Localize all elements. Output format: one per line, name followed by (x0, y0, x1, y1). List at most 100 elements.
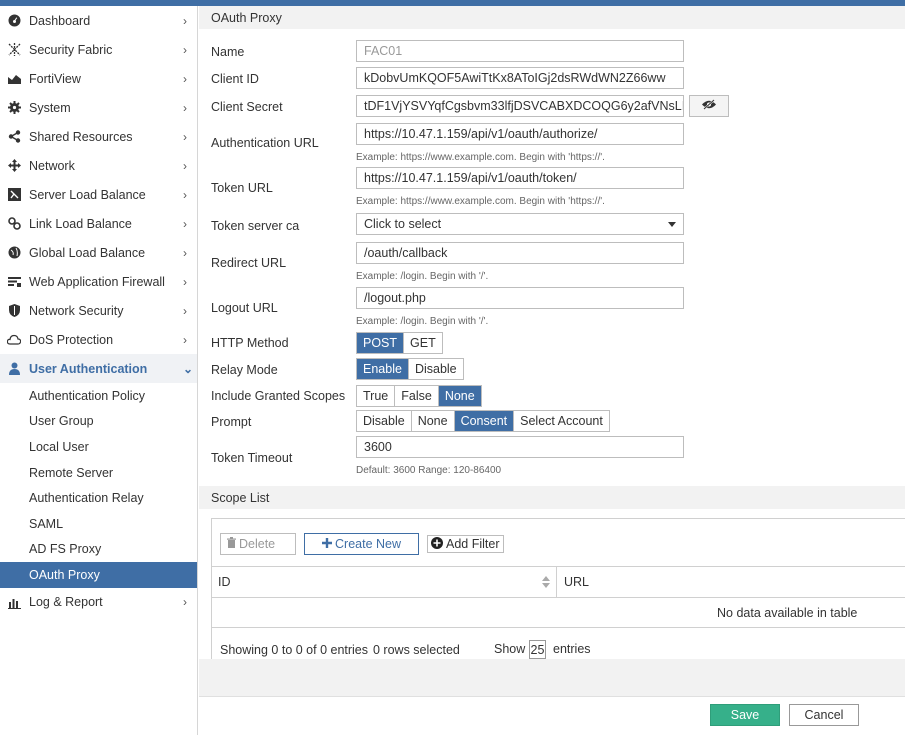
relay-mode-toggle: Enable Disable (356, 358, 464, 380)
security-fabric-icon (7, 43, 21, 57)
sidebar-item-shared-resources[interactable]: Shared Resources › (0, 122, 197, 151)
empty-table-row: No data available in table (212, 598, 905, 628)
client-secret-label: Client Secret (211, 100, 283, 114)
relay-mode-enable[interactable]: Enable (357, 359, 409, 379)
sidebar: Dashboard › Security Fabric › FortiView … (0, 6, 198, 735)
page-size-select[interactable]: 25 (529, 640, 546, 659)
add-filter-label: Add Filter (446, 537, 500, 551)
name-field[interactable]: FAC01 (356, 40, 684, 62)
sidebar-item-user-authentication[interactable]: User Authentication ⌄ (0, 354, 197, 383)
scopes-none[interactable]: None (438, 386, 481, 406)
scope-list-table: Delete Create New Add Filter ID URL No d… (211, 518, 905, 661)
client-id-field[interactable]: kDobvUmKQOF5AwiTtKx8AToIGj2dsRWdWN2Z66ww (356, 67, 684, 89)
column-divider (556, 567, 557, 597)
logout-url-hint: Example: /login. Begin with '/'. (356, 316, 489, 327)
sidebar-item-label: Log & Report (29, 595, 103, 610)
sidebar-item-system[interactable]: System › (0, 93, 197, 122)
http-method-label: HTTP Method (211, 336, 289, 350)
sidebar-subitem-saml[interactable]: SAML (0, 511, 197, 537)
logout-url-label: Logout URL (211, 301, 278, 315)
sidebar-item-web-application-firewall[interactable]: Web Application Firewall › (0, 267, 197, 296)
chevron-right-icon: › (183, 100, 187, 115)
redirect-url-field[interactable]: /oauth/callback (356, 242, 684, 264)
column-url-header[interactable]: URL (564, 567, 589, 597)
sidebar-item-network[interactable]: Network › (0, 151, 197, 180)
sidebar-item-dos-protection[interactable]: DoS Protection › (0, 325, 197, 354)
sidebar-item-label: Network Security (29, 303, 124, 318)
prompt-select-account[interactable]: Select Account (514, 411, 609, 431)
sidebar-item-global-load-balance[interactable]: Global Load Balance › (0, 238, 197, 267)
prompt-disable[interactable]: Disable (357, 411, 412, 431)
sidebar-item-label: Dashboard (29, 13, 91, 28)
logout-url-field[interactable]: /logout.php (356, 287, 684, 309)
link-icon (7, 217, 21, 231)
token-server-ca-select[interactable]: Click to select (356, 213, 684, 235)
chevron-down-icon: ⌄ (183, 361, 194, 376)
sidebar-item-link-load-balance[interactable]: Link Load Balance › (0, 209, 197, 238)
chevron-right-icon: › (183, 158, 187, 173)
delete-label: Delete (239, 537, 276, 551)
toggle-visibility-button[interactable] (689, 95, 729, 117)
rows-selected-text: 0 rows selected (373, 643, 460, 657)
sidebar-subitem-ad-fs-proxy[interactable]: AD FS Proxy (0, 537, 197, 563)
chevron-right-icon: › (183, 216, 187, 231)
scopes-false[interactable]: False (395, 386, 439, 406)
chart-icon (7, 595, 21, 609)
network-icon (7, 159, 21, 173)
waf-icon (7, 275, 21, 289)
sidebar-item-dashboard[interactable]: Dashboard › (0, 6, 197, 35)
sidebar-subitem-oauth-proxy[interactable]: OAuth Proxy (0, 562, 197, 588)
sidebar-subitem-authentication-policy[interactable]: Authentication Policy (0, 383, 197, 409)
chevron-right-icon: › (183, 595, 187, 610)
http-method-get[interactable]: GET (404, 333, 442, 353)
save-button[interactable]: Save (710, 704, 780, 726)
http-method-toggle: POST GET (356, 332, 443, 354)
table-header: ID URL (212, 566, 905, 598)
add-filter-button[interactable]: Add Filter (427, 535, 504, 553)
include-granted-scopes-toggle: True False None (356, 385, 482, 407)
column-id-header[interactable]: ID (218, 567, 554, 597)
client-secret-field[interactable]: tDF1VjYSVYqfCgsbvm33lfjDSVCABXDCOQG6y2af… (356, 95, 684, 117)
prompt-none[interactable]: None (411, 411, 455, 431)
delete-button[interactable]: Delete (220, 533, 296, 555)
form-footer: Save Cancel (199, 696, 905, 735)
sidebar-subitem-authentication-relay[interactable]: Authentication Relay (0, 485, 197, 511)
chevron-right-icon: › (183, 13, 187, 28)
chevron-right-icon: › (183, 303, 187, 318)
name-label: Name (211, 45, 245, 59)
chevron-right-icon: › (183, 129, 187, 144)
sidebar-item-label: Global Load Balance (29, 245, 146, 260)
prompt-consent[interactable]: Consent (454, 411, 515, 431)
sidebar-subitem-local-user[interactable]: Local User (0, 434, 197, 460)
sidebar-item-label: User Authentication (29, 361, 148, 376)
create-new-button[interactable]: Create New (304, 533, 419, 555)
prompt-label: Prompt (211, 415, 252, 429)
sidebar-item-label: Security Fabric (29, 42, 113, 57)
cancel-button[interactable]: Cancel (789, 704, 859, 726)
authentication-url-label: Authentication URL (211, 136, 319, 150)
sidebar-item-log-report[interactable]: Log & Report › (0, 588, 197, 617)
showing-entries-text: Showing 0 to 0 of 0 entries (220, 643, 369, 657)
sidebar-subitem-remote-server[interactable]: Remote Server (0, 460, 197, 486)
sidebar-item-security-fabric[interactable]: Security Fabric › (0, 35, 197, 64)
relay-mode-disable[interactable]: Disable (408, 359, 463, 379)
chevron-right-icon: › (183, 187, 187, 202)
scopes-true[interactable]: True (357, 386, 396, 406)
authentication-url-field[interactable]: https://10.47.1.159/api/v1/oauth/authori… (356, 123, 684, 145)
token-timeout-field[interactable]: 3600 (356, 436, 684, 458)
sidebar-item-network-security[interactable]: Network Security › (0, 296, 197, 325)
http-method-post[interactable]: POST (357, 333, 405, 353)
share-icon (7, 130, 21, 144)
token-timeout-label: Token Timeout (211, 451, 293, 465)
cloud-icon (7, 333, 21, 347)
sidebar-item-label: System (29, 100, 71, 115)
sort-icon (542, 576, 550, 591)
sidebar-subitem-user-group[interactable]: User Group (0, 409, 197, 435)
redirect-url-label: Redirect URL (211, 256, 287, 270)
token-url-field[interactable]: https://10.47.1.159/api/v1/oauth/token/ (356, 167, 684, 189)
sidebar-item-label: Link Load Balance (29, 216, 132, 231)
sidebar-item-server-load-balance[interactable]: Server Load Balance › (0, 180, 197, 209)
sidebar-item-fortiview[interactable]: FortiView › (0, 64, 197, 93)
redirect-url-hint: Example: /login. Begin with '/'. (356, 271, 489, 282)
authentication-url-hint: Example: https://www.example.com. Begin … (356, 152, 605, 163)
